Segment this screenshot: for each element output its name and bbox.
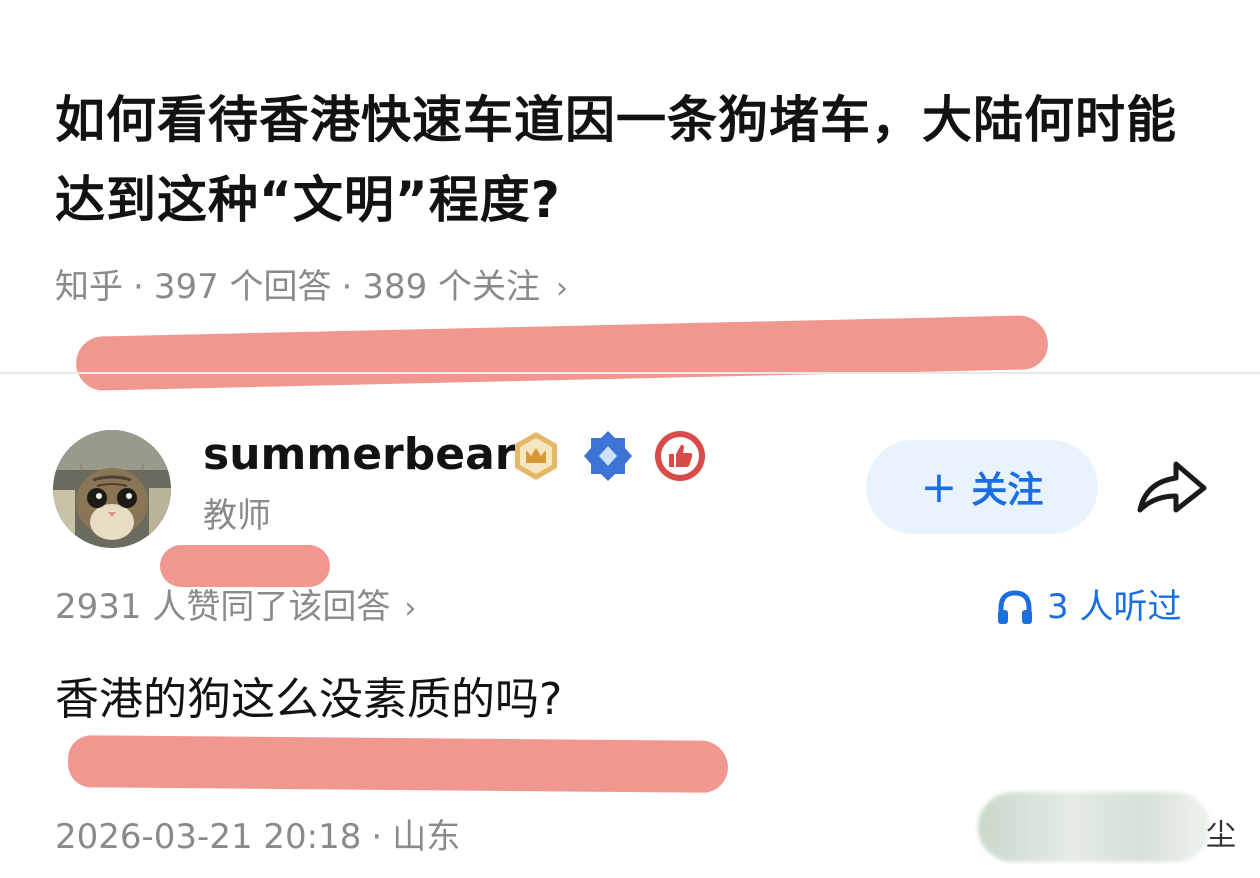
author-name[interactable]: summerbear <box>203 425 516 485</box>
section-divider <box>0 372 1260 374</box>
author-occupation: 教师 <box>203 496 271 536</box>
follow-button[interactable]: + 关注 <box>866 440 1098 534</box>
diamond-badge-icon[interactable] <box>582 430 634 482</box>
headphones-icon <box>998 590 1032 624</box>
blurred-redaction <box>978 792 1210 862</box>
question-meta[interactable]: 知乎 · 397 个回答 · 389 个关注 › <box>55 262 568 314</box>
answer-count: 397 个回答 <box>153 267 332 307</box>
meta-separator: · <box>371 817 383 857</box>
thumb-badge-icon[interactable] <box>654 430 706 482</box>
listen-text: 3 人听过 <box>1047 587 1182 627</box>
cropped-text: 尘 <box>1206 818 1236 853</box>
avatar[interactable] <box>53 430 171 548</box>
source-label: 知乎 <box>55 267 123 307</box>
listen-count[interactable]: 3 人听过 <box>995 582 1181 632</box>
timestamp-text: 2026-03-21 20:18 <box>55 817 362 857</box>
highlight-mark <box>67 735 729 793</box>
crown-badge-icon[interactable] <box>510 430 562 482</box>
chevron-right-icon: › <box>404 591 417 626</box>
follower-count: 389 个关注 <box>362 267 541 307</box>
approval-count[interactable]: 2931 人赞同了该回答 › <box>55 582 416 634</box>
meta-separator: · <box>341 267 353 307</box>
answer-body[interactable]: 香港的狗这么没素质的吗? <box>55 668 562 732</box>
share-arrow-icon[interactable] <box>1132 454 1212 520</box>
highlight-mark <box>75 314 1049 392</box>
approval-text: 2931 人赞同了该回答 <box>55 587 391 627</box>
question-title[interactable]: 如何看待香港快速车道因一条狗堵车，大陆何时能达到这种“文明”程度? <box>55 80 1185 240</box>
location-text: 山东 <box>392 817 461 857</box>
highlight-mark <box>160 545 330 587</box>
plus-icon: + <box>920 461 958 513</box>
meta-separator: · <box>133 267 144 307</box>
follow-label: 关注 <box>971 470 1044 511</box>
answer-timestamp: 2026-03-21 20:18 · 山东 <box>55 812 460 862</box>
chevron-right-icon: › <box>556 271 569 306</box>
cat-avatar-icon <box>53 430 171 548</box>
